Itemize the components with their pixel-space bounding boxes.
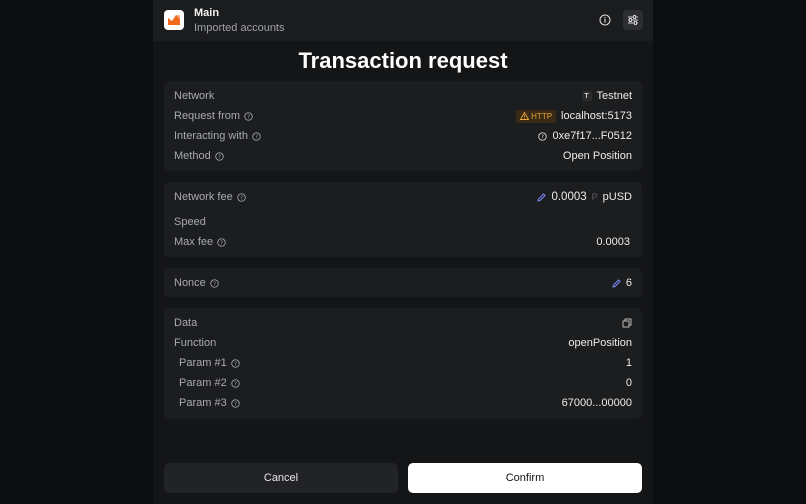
account-logo-icon bbox=[164, 10, 184, 30]
param-row: Param #3 ? 67000...00000 bbox=[174, 395, 632, 411]
network-row: Network T Testnet bbox=[174, 88, 632, 104]
param-label: Param #1 bbox=[179, 357, 227, 369]
nonce-card: Nonce ? 6 bbox=[164, 268, 642, 297]
http-badge-label: HTTP bbox=[531, 111, 553, 121]
interacting-with-label: Interacting with bbox=[174, 130, 248, 142]
token-symbol: pUSD bbox=[602, 191, 632, 203]
function-value: openPosition bbox=[568, 337, 632, 349]
network-fee-label: Network fee bbox=[174, 191, 233, 203]
function-row: Function openPosition bbox=[174, 335, 632, 351]
info-icon bbox=[599, 14, 611, 26]
network-fee-row: Network fee ? 0.0003 P pUSD bbox=[174, 189, 632, 205]
interacting-with-row: Interacting with ? ? 0xe7f17...F0512 bbox=[174, 128, 632, 144]
fee-card: Network fee ? 0.0003 P pUSD Speed Max fe… bbox=[164, 182, 642, 257]
sliders-icon bbox=[628, 15, 638, 25]
transaction-panel: Main Imported accounts Transaction reque… bbox=[153, 0, 653, 504]
request-from-row: Request from ? HTTP localhost:5173 bbox=[174, 108, 632, 124]
method-label: Method bbox=[174, 150, 211, 162]
edit-fee-icon[interactable] bbox=[537, 192, 547, 202]
svg-text:?: ? bbox=[234, 381, 237, 387]
nonce-label: Nonce bbox=[174, 277, 206, 289]
function-label: Function bbox=[174, 337, 217, 349]
help-icon[interactable]: ? bbox=[217, 237, 226, 247]
help-icon[interactable]: ? bbox=[210, 278, 219, 288]
network-badge: T bbox=[581, 91, 592, 101]
account-subtitle: Imported accounts bbox=[194, 22, 285, 34]
param-value: 1 bbox=[625, 357, 632, 369]
nonce-row: Nonce ? 6 bbox=[174, 275, 632, 291]
account-name: Main bbox=[194, 7, 220, 19]
network-fee-value: 0.0003 bbox=[551, 191, 587, 203]
method-value: Open Position bbox=[562, 150, 632, 162]
account-header: Main Imported accounts bbox=[153, 0, 653, 41]
data-row: Data bbox=[174, 315, 632, 331]
help-icon[interactable]: ? bbox=[231, 358, 240, 368]
token-badge: P bbox=[591, 192, 598, 202]
param-value: 67000...00000 bbox=[561, 397, 632, 409]
help-icon[interactable]: ? bbox=[231, 398, 240, 408]
method-row: Method ? Open Position bbox=[174, 148, 632, 164]
param-row: Param #2 ? 0 bbox=[174, 375, 632, 391]
unknown-contract-icon: ? bbox=[538, 131, 548, 141]
confirm-button[interactable]: Confirm bbox=[408, 463, 642, 493]
data-label: Data bbox=[174, 317, 198, 329]
svg-text:?: ? bbox=[213, 281, 216, 287]
svg-text:?: ? bbox=[234, 401, 237, 407]
svg-text:?: ? bbox=[255, 134, 258, 140]
speed-label: Speed bbox=[174, 216, 206, 228]
svg-text:?: ? bbox=[220, 240, 223, 246]
contract-address[interactable]: 0xe7f17...F0512 bbox=[552, 130, 632, 142]
max-fee-row: Max fee ? 0.0003 bbox=[174, 234, 632, 250]
page-title: Transaction request bbox=[298, 48, 508, 73]
svg-text:?: ? bbox=[240, 195, 243, 201]
param-value: 0 bbox=[625, 377, 632, 389]
nonce-value: 6 bbox=[625, 277, 632, 289]
svg-text:?: ? bbox=[542, 134, 545, 140]
speed-row: Speed bbox=[174, 214, 632, 230]
svg-text:?: ? bbox=[247, 114, 250, 120]
network-label: Network bbox=[174, 90, 215, 102]
help-icon[interactable]: ? bbox=[231, 378, 240, 388]
edit-nonce-icon[interactable] bbox=[612, 278, 621, 288]
cancel-button[interactable]: Cancel bbox=[164, 463, 398, 493]
copy-icon[interactable] bbox=[622, 318, 632, 328]
warning-icon bbox=[520, 112, 530, 120]
param-label: Param #3 bbox=[179, 397, 227, 409]
request-from-value: localhost:5173 bbox=[561, 110, 632, 122]
help-icon[interactable]: ? bbox=[237, 192, 246, 202]
details-card: Network T Testnet Request from ? HTTP lo… bbox=[164, 81, 642, 171]
help-icon[interactable]: ? bbox=[244, 111, 253, 121]
help-icon[interactable]: ? bbox=[215, 151, 224, 161]
settings-button[interactable] bbox=[623, 10, 643, 30]
param-row: Param #1 ? 1 bbox=[174, 355, 632, 371]
svg-text:?: ? bbox=[218, 154, 221, 160]
svg-text:?: ? bbox=[234, 361, 237, 367]
http-badge: HTTP bbox=[516, 109, 557, 123]
request-from-label: Request from bbox=[174, 110, 241, 122]
info-button[interactable] bbox=[595, 10, 615, 30]
param-label: Param #2 bbox=[179, 377, 227, 389]
max-fee-label: Max fee bbox=[174, 236, 214, 248]
max-fee-value: 0.0003 bbox=[596, 236, 630, 248]
network-value: Testnet bbox=[596, 90, 632, 102]
help-icon[interactable]: ? bbox=[252, 131, 261, 141]
data-card: Data Function openPosition Param #1 ? 1 … bbox=[164, 308, 642, 419]
